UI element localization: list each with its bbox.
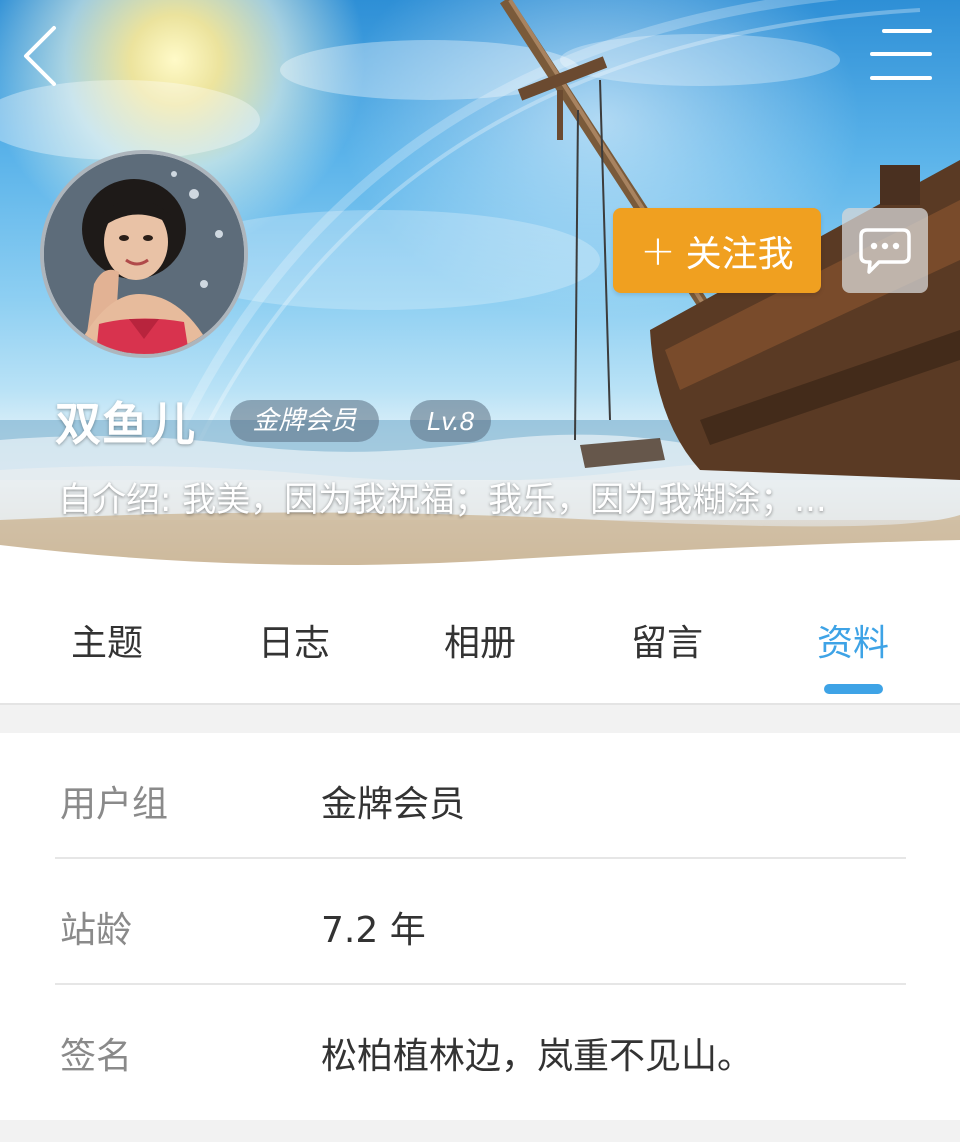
chat-bubble-icon <box>859 227 911 274</box>
info-label: 用户组 <box>60 784 169 825</box>
bio-text: 我美，因为我祝福；我乐，因为我糊涂；... <box>182 480 827 520</box>
message-button[interactable] <box>842 208 928 293</box>
tab-profile[interactable]: 资料 <box>783 614 923 666</box>
bio-label: 自介绍: <box>58 480 172 520</box>
info-row-site-age: 站龄 7.2 年 <box>55 859 906 985</box>
avatar-photo <box>44 154 244 354</box>
info-value: 金牌会员 <box>321 784 466 825</box>
info-value: 7.2 年 <box>321 910 426 951</box>
tab-album[interactable]: 相册 <box>410 614 550 666</box>
tab-messages[interactable]: 留言 <box>597 614 737 666</box>
active-tab-indicator <box>824 684 883 694</box>
avatar[interactable] <box>40 150 248 358</box>
rank-badge: 金牌会员 <box>230 400 379 442</box>
info-value: 松柏植林边，岚重不见山。 <box>321 1036 754 1077</box>
bio: 自介绍: 我美，因为我祝福；我乐，因为我糊涂；... <box>58 472 898 520</box>
level-badge: Lv.8 <box>410 400 491 442</box>
tab-blog[interactable]: 日志 <box>224 614 364 666</box>
menu-button[interactable] <box>868 26 932 84</box>
tab-topics[interactable]: 主题 <box>37 614 177 666</box>
info-label: 站龄 <box>60 910 133 951</box>
follow-button[interactable]: + 关注我 <box>613 208 821 293</box>
profile-info-panel: 用户组 金牌会员 站龄 7.2 年 签名 松柏植林边，岚重不见山。 <box>0 733 960 1120</box>
username: 双鱼儿 <box>55 397 196 451</box>
info-label: 签名 <box>60 1036 133 1077</box>
info-row-user-group: 用户组 金牌会员 <box>55 733 906 859</box>
follow-button-label: 关注我 <box>685 233 794 275</box>
back-button[interactable] <box>18 22 68 88</box>
profile-header: + 关注我 双鱼儿 金牌会员 Lv.8 自介绍: 我美，因为我祝福；我乐，因为我… <box>0 0 960 580</box>
hamburger-menu-icon <box>870 29 932 80</box>
back-arrow-icon <box>24 26 56 86</box>
plus-icon: + <box>640 225 676 275</box>
profile-tabs: 主题 日志 相册 留言 资料 <box>0 580 960 705</box>
info-row-signature: 签名 松柏植林边，岚重不见山。 <box>55 985 906 1111</box>
